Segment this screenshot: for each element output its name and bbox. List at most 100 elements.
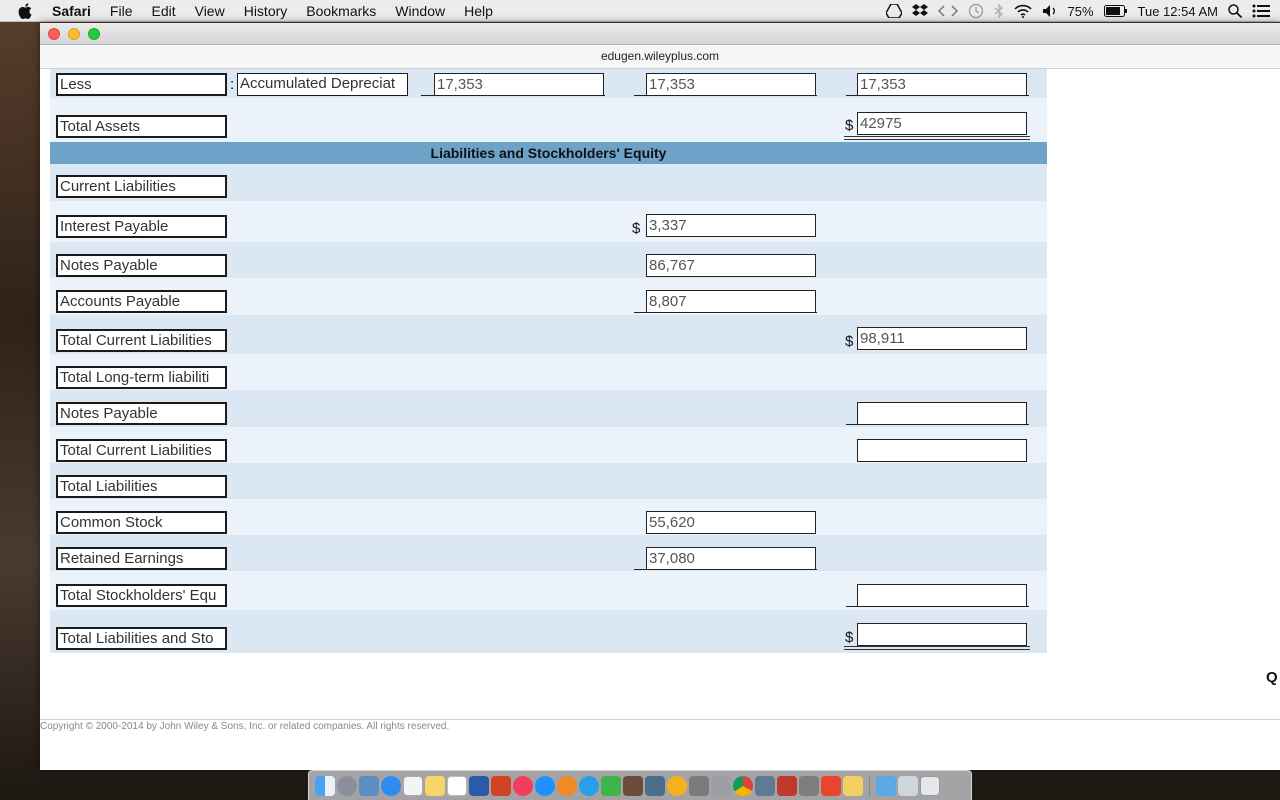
- retained-earnings-row: Retained Earnings 37,080: [50, 535, 1047, 571]
- dropbox-icon[interactable]: [911, 0, 928, 22]
- stickies-icon[interactable]: [843, 775, 863, 796]
- row-label[interactable]: Total Liabilities and Sto: [56, 627, 227, 650]
- volume-icon[interactable]: [1042, 0, 1058, 22]
- safari-icon[interactable]: [381, 775, 401, 796]
- utility-icon[interactable]: [711, 775, 731, 796]
- menu-view[interactable]: View: [195, 3, 225, 19]
- close-window-button[interactable]: [48, 28, 60, 40]
- ibooks-icon[interactable]: [557, 775, 577, 796]
- trash-icon[interactable]: [920, 775, 940, 796]
- row-label[interactable]: Accounts Payable: [56, 290, 227, 313]
- section-header: Liabilities and Stockholders' Equity: [50, 142, 1047, 164]
- amount-field[interactable]: 55,620: [646, 511, 816, 534]
- browser-window: edugen.wileyplus.com Less : Accumulated …: [40, 23, 1280, 770]
- books-icon[interactable]: [799, 775, 819, 796]
- amount-field[interactable]: 3,337: [646, 214, 816, 237]
- row-label[interactable]: Total Assets: [56, 115, 227, 138]
- photos-icon[interactable]: [821, 775, 841, 796]
- menu-edit[interactable]: Edit: [151, 3, 175, 19]
- itunes-icon[interactable]: [513, 775, 533, 796]
- battery-percentage: 75%: [1067, 3, 1094, 19]
- amount-field-col3[interactable]: 17,353: [857, 73, 1027, 96]
- powerpoint-icon[interactable]: [491, 775, 511, 796]
- acrobat-icon[interactable]: [777, 775, 797, 796]
- total-stockholders-equity-row: Total Stockholders' Equ: [50, 571, 1047, 610]
- menu-history[interactable]: History: [244, 3, 288, 19]
- battery-icon[interactable]: [1103, 0, 1128, 22]
- row-label[interactable]: Current Liabilities: [56, 175, 227, 198]
- dollar-sign: $: [845, 629, 854, 646]
- row-label[interactable]: Less: [56, 73, 227, 96]
- total-liabilities-row: Total Liabilities: [50, 463, 1047, 499]
- row-label[interactable]: Common Stock: [56, 511, 227, 534]
- calendar-icon[interactable]: [447, 775, 467, 796]
- time-machine-icon[interactable]: [968, 0, 984, 22]
- notification-center-icon[interactable]: [1252, 0, 1270, 22]
- clock[interactable]: Tue 12:54 AM: [1138, 4, 1218, 19]
- notes-icon[interactable]: [425, 775, 445, 796]
- app-store-icon[interactable]: [535, 775, 555, 796]
- amount-field[interactable]: 37,080: [646, 547, 816, 570]
- total-long-term-liabilities-row: Total Long-term liabiliti: [50, 354, 1047, 390]
- long-term-notes-payable-row: Notes Payable: [50, 390, 1047, 427]
- launchpad-icon[interactable]: [337, 775, 357, 796]
- minimize-window-button[interactable]: [68, 28, 80, 40]
- amount-field-col1[interactable]: 17,353: [434, 73, 604, 96]
- amount-field[interactable]: [857, 623, 1027, 646]
- total-current-liabilities-row-2: Total Current Liabilities: [50, 427, 1047, 463]
- textedit-icon[interactable]: [403, 775, 423, 796]
- documents-stack-icon[interactable]: [898, 775, 918, 796]
- system-info-icon[interactable]: [755, 775, 775, 796]
- balance-sheet-form: Less : Accumulated Depreciat 17,353 17,3…: [50, 69, 1047, 678]
- menu-bar: Safari File Edit View History Bookmarks …: [0, 0, 1280, 22]
- menu-window[interactable]: Window: [395, 3, 445, 19]
- url-text: edugen.wileyplus.com: [600, 49, 720, 63]
- row-label[interactable]: Total Current Liabilities: [56, 439, 227, 462]
- image-capture-icon[interactable]: [645, 775, 665, 796]
- amount-field[interactable]: 98,911: [857, 327, 1027, 350]
- google-drive-icon[interactable]: [885, 0, 902, 22]
- messages-icon[interactable]: [579, 775, 599, 796]
- menu-file[interactable]: File: [110, 3, 133, 19]
- amount-field-col2[interactable]: 17,353: [646, 73, 816, 96]
- row-label[interactable]: Interest Payable: [56, 215, 227, 238]
- total-assets-field[interactable]: 42975: [857, 112, 1027, 135]
- chrome-icon[interactable]: [733, 775, 753, 796]
- finder-icon[interactable]: [315, 775, 335, 796]
- spotlight-search-icon[interactable]: [1228, 0, 1242, 22]
- sub-label-field[interactable]: Accumulated Depreciat: [237, 73, 408, 96]
- applications-folder-icon[interactable]: [876, 775, 896, 796]
- keyboard-icon[interactable]: [689, 775, 709, 796]
- menu-bookmarks[interactable]: Bookmarks: [306, 3, 376, 19]
- code-brackets-icon[interactable]: [937, 0, 958, 22]
- preview-icon[interactable]: [359, 775, 379, 796]
- amount-field[interactable]: [857, 402, 1027, 425]
- amount-field[interactable]: 8,807: [646, 290, 816, 313]
- zoom-window-button[interactable]: [88, 28, 100, 40]
- amount-field[interactable]: [857, 439, 1027, 462]
- row-label[interactable]: Notes Payable: [56, 402, 227, 425]
- page-content: Less : Accumulated Depreciat 17,353 17,3…: [40, 69, 1280, 724]
- amount-field[interactable]: 86,767: [646, 254, 816, 277]
- row-label[interactable]: Total Long-term liabiliti: [56, 366, 227, 389]
- menu-app-name[interactable]: Safari: [52, 3, 91, 19]
- row-label[interactable]: Total Stockholders' Equ: [56, 584, 227, 607]
- photo-booth-icon[interactable]: [623, 775, 643, 796]
- menu-help[interactable]: Help: [464, 3, 493, 19]
- amount-field[interactable]: [857, 584, 1027, 607]
- address-bar[interactable]: edugen.wileyplus.com: [40, 45, 1280, 69]
- side-letter: Q: [1266, 669, 1278, 686]
- row-label[interactable]: Notes Payable: [56, 254, 227, 277]
- wifi-icon[interactable]: [1013, 0, 1032, 22]
- word-icon[interactable]: [469, 775, 489, 796]
- row-label[interactable]: Retained Earnings: [56, 547, 227, 570]
- window-titlebar: [40, 23, 1280, 45]
- row-label[interactable]: Total Current Liabilities: [56, 329, 227, 352]
- row-label[interactable]: Total Liabilities: [56, 475, 227, 498]
- dollar-sign: $: [845, 333, 854, 350]
- facetime-icon[interactable]: [601, 775, 621, 796]
- apple-menu-icon[interactable]: [18, 2, 34, 19]
- vlc-icon[interactable]: [667, 775, 687, 796]
- dollar-sign: $: [632, 220, 641, 237]
- bluetooth-icon[interactable]: [994, 0, 1004, 22]
